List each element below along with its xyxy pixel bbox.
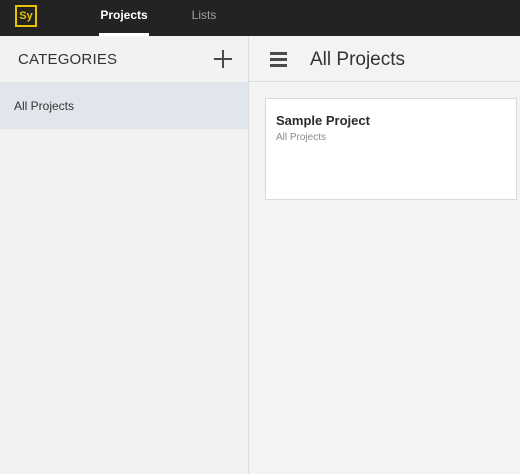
main-header: All Projects bbox=[249, 36, 520, 82]
project-card-category: All Projects bbox=[276, 132, 327, 143]
project-card-title: Sample Project bbox=[276, 113, 370, 128]
tab-lists[interactable]: Lists bbox=[186, 0, 222, 36]
hamburger-icon[interactable] bbox=[270, 52, 287, 67]
app-logo: Sy bbox=[15, 5, 37, 27]
sidebar: CATEGORIES All Projects bbox=[0, 36, 248, 474]
sidebar-item-label: All Projects bbox=[14, 99, 75, 113]
panel-divider bbox=[248, 36, 249, 474]
tab-projects[interactable]: Projects bbox=[99, 0, 149, 36]
project-card[interactable]: Sample Project All Projects bbox=[265, 98, 517, 200]
page-title: All Projects bbox=[310, 49, 406, 70]
sidebar-header: CATEGORIES bbox=[0, 36, 248, 82]
sidebar-item-all-projects[interactable]: All Projects bbox=[0, 82, 248, 129]
categories-title: CATEGORIES bbox=[18, 51, 118, 68]
plus-icon[interactable] bbox=[213, 49, 233, 69]
top-bar: Sy Projects Lists bbox=[0, 0, 520, 36]
